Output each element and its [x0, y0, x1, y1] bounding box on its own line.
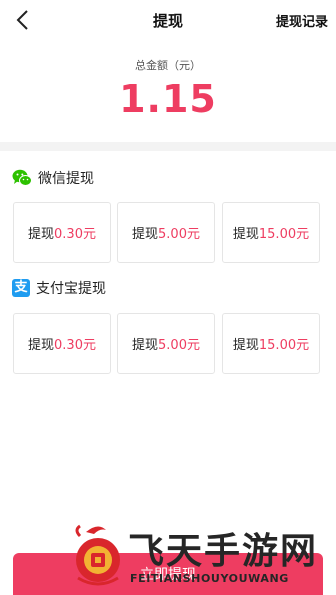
nav-bar: 提现 提现记录 [0, 0, 336, 41]
wechat-option-1[interactable]: 提现 0.30元 [13, 202, 111, 263]
option-prefix: 提现 [232, 338, 259, 353]
option-amount: 5.00元 [158, 338, 200, 353]
alipay-option-2[interactable]: 提现 5.00元 [117, 313, 215, 374]
option-amount: 15.00元 [258, 338, 310, 353]
alipay-options: 提现 0.30元 提现 5.00元 提现 15.00元 [13, 313, 322, 374]
option-prefix: 提现 [132, 338, 159, 353]
withdraw-now-button[interactable]: 立即提现 [13, 553, 323, 595]
option-amount: 5.00元 [158, 227, 200, 242]
alipay-section-header: 支 支付宝提现 [12, 278, 106, 298]
option-prefix: 提现 [28, 227, 55, 242]
wechat-icon [12, 169, 32, 186]
option-prefix: 提现 [232, 227, 259, 242]
alipay-section-title: 支付宝提现 [36, 281, 106, 297]
option-amount: 0.30元 [54, 338, 96, 353]
wechat-section-header: 微信提现 [12, 168, 94, 188]
wechat-option-3[interactable]: 提现 15.00元 [222, 202, 320, 263]
option-prefix: 提现 [28, 338, 55, 353]
wechat-options: 提现 0.30元 提现 5.00元 提现 15.00元 [13, 202, 322, 263]
alipay-icon: 支 [12, 279, 30, 297]
alipay-option-3[interactable]: 提现 15.00元 [222, 313, 320, 374]
balance-value: 1.15 [119, 77, 217, 121]
section-divider [0, 142, 336, 151]
option-amount: 0.30元 [54, 227, 96, 242]
balance-panel: 总金额（元） 1.15 [0, 40, 336, 142]
wechat-option-2[interactable]: 提现 5.00元 [117, 202, 215, 263]
option-prefix: 提现 [132, 227, 159, 242]
alipay-option-1[interactable]: 提现 0.30元 [13, 313, 111, 374]
balance-label: 总金额（元） [135, 59, 201, 72]
wechat-section-title: 微信提现 [38, 171, 94, 187]
withdraw-history-link[interactable]: 提现记录 [276, 11, 328, 30]
option-amount: 15.00元 [258, 227, 310, 242]
